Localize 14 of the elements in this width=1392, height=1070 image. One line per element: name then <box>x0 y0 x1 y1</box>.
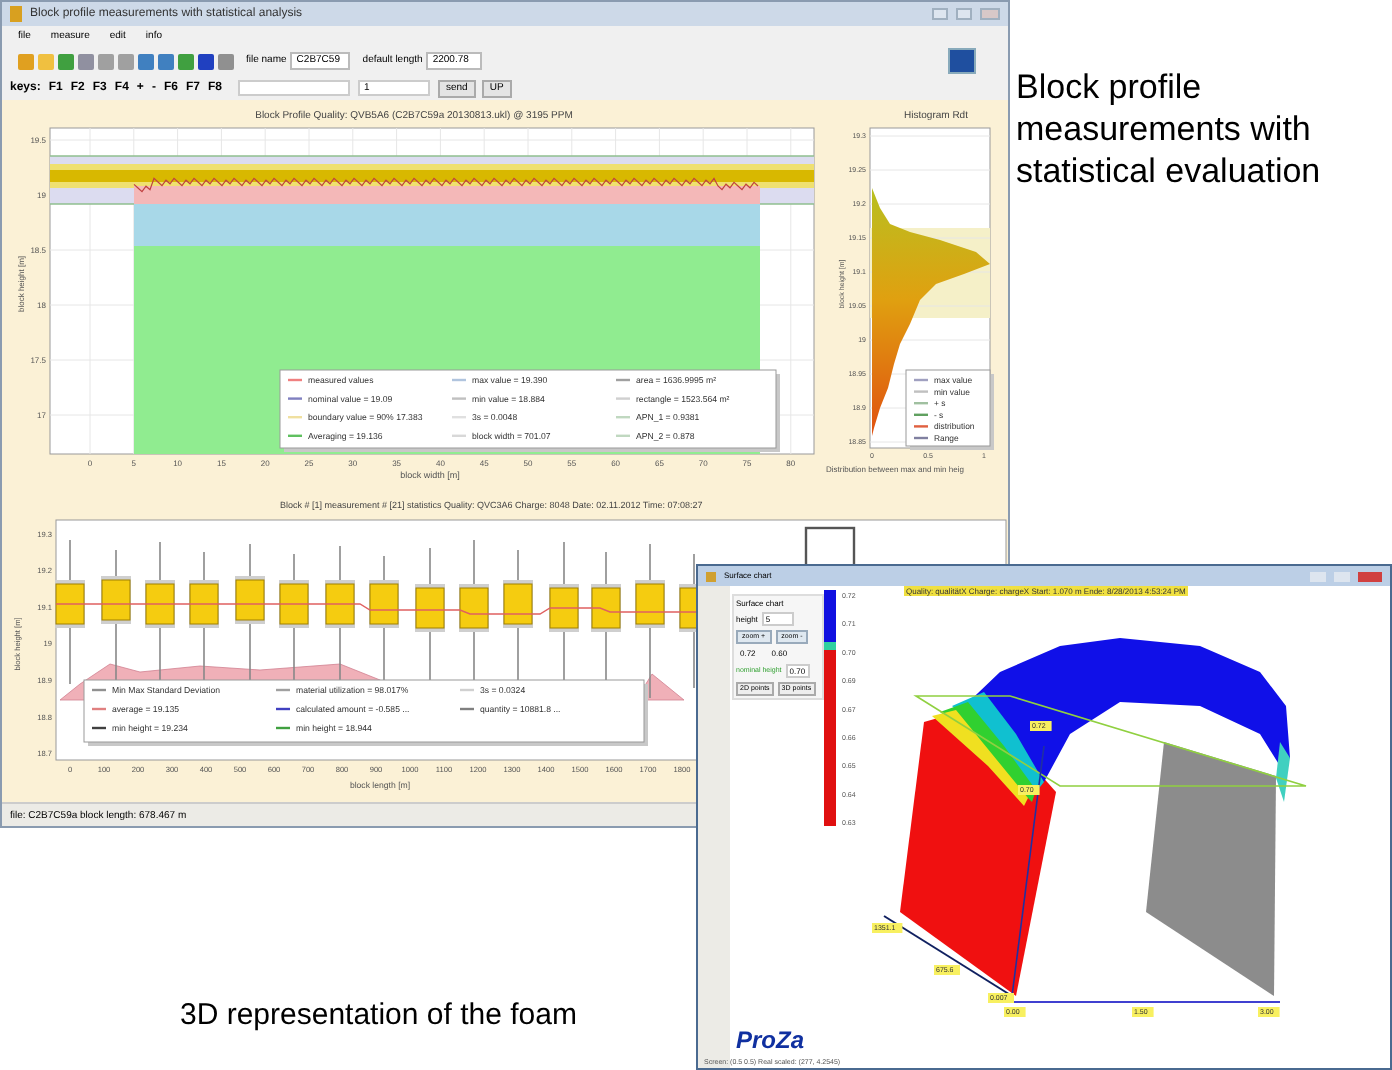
maximize-button[interactable] <box>1334 571 1350 581</box>
logo-icon <box>948 48 976 74</box>
logo-text: ProZa <box>736 1026 805 1054</box>
box-plot <box>415 547 445 685</box>
maximize-button[interactable] <box>956 8 972 20</box>
minimize-button[interactable] <box>932 8 948 20</box>
app-icon <box>706 571 716 581</box>
close-button[interactable] <box>980 8 1000 20</box>
close-button[interactable] <box>1358 571 1382 581</box>
minimize-button[interactable] <box>1310 571 1326 581</box>
caption: 3D representation of the foam <box>180 998 577 1034</box>
caption: Block profile measurements with statistical evaluation <box>1016 66 1323 192</box>
app-icon <box>10 6 22 22</box>
text-field[interactable] <box>237 80 350 96</box>
